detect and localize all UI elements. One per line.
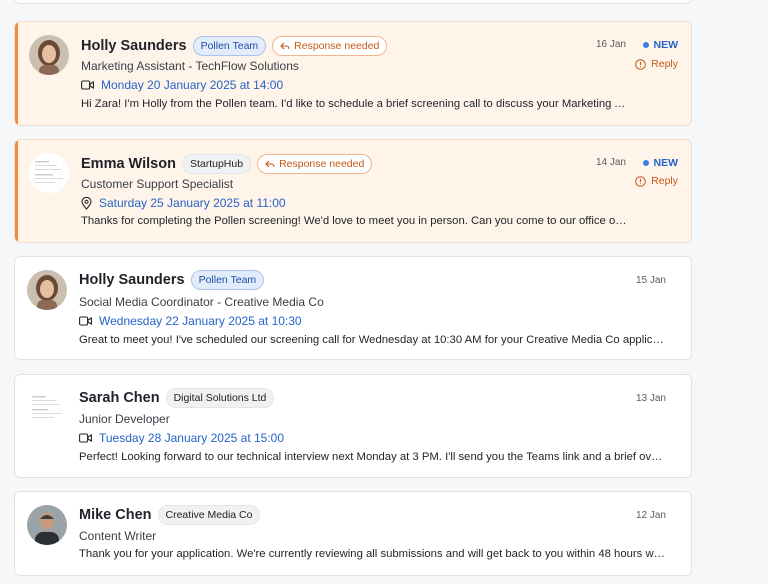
organization-tag: Creative Media Co: [157, 505, 261, 525]
avatar: [27, 505, 67, 545]
job-subtitle: Customer Support Specialist: [81, 177, 234, 191]
message-date: 14 Jan: [595, 157, 626, 168]
thread-card[interactable]: Mike Chen Creative Media Co Content Writ…: [14, 491, 692, 576]
sender-name: Holly Saunders: [79, 272, 185, 288]
organization-tag: Digital Solutions Ltd: [165, 388, 275, 408]
job-subtitle: Marketing Assistant - TechFlow Solutions: [81, 59, 299, 73]
alert-circle-icon: [635, 58, 646, 70]
video-camera-icon: [81, 80, 94, 90]
message-preview: Thank you for your application. We're cu…: [79, 548, 665, 560]
message-date: 16 Jan: [595, 39, 626, 50]
avatar: [29, 153, 69, 193]
message-preview: Great to meet you! I've scheduled our sc…: [79, 334, 665, 346]
organization-tag: Pollen Team: [190, 270, 265, 290]
response-needed-badge: Response needed: [272, 36, 388, 56]
sender-name: Mike Chen: [79, 507, 152, 523]
video-camera-icon: [79, 433, 92, 443]
thread-card[interactable]: Holly Saunders Pollen Team Social Media …: [14, 256, 692, 360]
unread-dot-icon: [642, 160, 649, 166]
previous-card-edge: [14, 0, 692, 4]
event-datetime: Monday 20 January 2025 at 14:00: [101, 78, 284, 92]
avatar: [29, 35, 69, 75]
message-preview: Hi Zara! I'm Holly from the Pollen team.…: [81, 98, 629, 110]
video-camera-icon: [79, 316, 92, 326]
message-date: 12 Jan: [635, 510, 666, 521]
reply-arrow-icon: [280, 42, 290, 50]
event-datetime: Tuesday 28 January 2025 at 15:00: [99, 431, 285, 445]
thread-card[interactable]: Emma Wilson StartupHub Response needed C…: [14, 139, 692, 243]
new-indicator: NEW: [642, 157, 678, 169]
job-subtitle: Content Writer: [79, 529, 157, 543]
job-subtitle: Junior Developer: [79, 412, 170, 426]
message-date: 13 Jan: [635, 393, 666, 404]
reply-button[interactable]: Reply: [635, 175, 678, 187]
event-info[interactable]: Monday 20 January 2025 at 14:00: [81, 78, 283, 92]
message-preview: Perfect! Looking forward to our technica…: [79, 451, 665, 463]
event-datetime: Wednesday 22 January 2025 at 10:30: [99, 314, 302, 328]
response-needed-badge: Response needed: [257, 154, 373, 174]
thread-card[interactable]: Holly Saunders Pollen Team Response need…: [14, 21, 692, 126]
sender-name: Holly Saunders: [81, 38, 187, 54]
message-date: 15 Jan: [635, 275, 666, 286]
alert-circle-icon: [635, 175, 646, 187]
event-info[interactable]: Saturday 25 January 2025 at 11:00: [81, 196, 286, 210]
thread-card[interactable]: Sarah Chen Digital Solutions Ltd Junior …: [14, 374, 692, 478]
organization-tag: Pollen Team: [192, 36, 267, 56]
message-thread-list: Holly Saunders Pollen Team Response need…: [0, 0, 768, 584]
event-info[interactable]: Wednesday 22 January 2025 at 10:30: [79, 314, 302, 328]
message-preview: Thanks for completing the Pollen screeni…: [81, 215, 629, 227]
event-info[interactable]: Tuesday 28 January 2025 at 15:00: [79, 431, 284, 445]
sender-name: Emma Wilson: [81, 156, 176, 172]
reply-arrow-icon: [265, 160, 275, 168]
sender-name: Sarah Chen: [79, 390, 160, 406]
location-pin-icon: [81, 196, 92, 210]
new-indicator: NEW: [642, 39, 678, 51]
avatar: [27, 388, 67, 428]
unread-dot-icon: [642, 42, 649, 48]
reply-button[interactable]: Reply: [635, 58, 678, 70]
avatar: [27, 270, 67, 310]
event-datetime: Saturday 25 January 2025 at 11:00: [99, 196, 286, 210]
job-subtitle: Social Media Coordinator - Creative Medi…: [79, 295, 324, 309]
organization-tag: StartupHub: [181, 154, 252, 174]
